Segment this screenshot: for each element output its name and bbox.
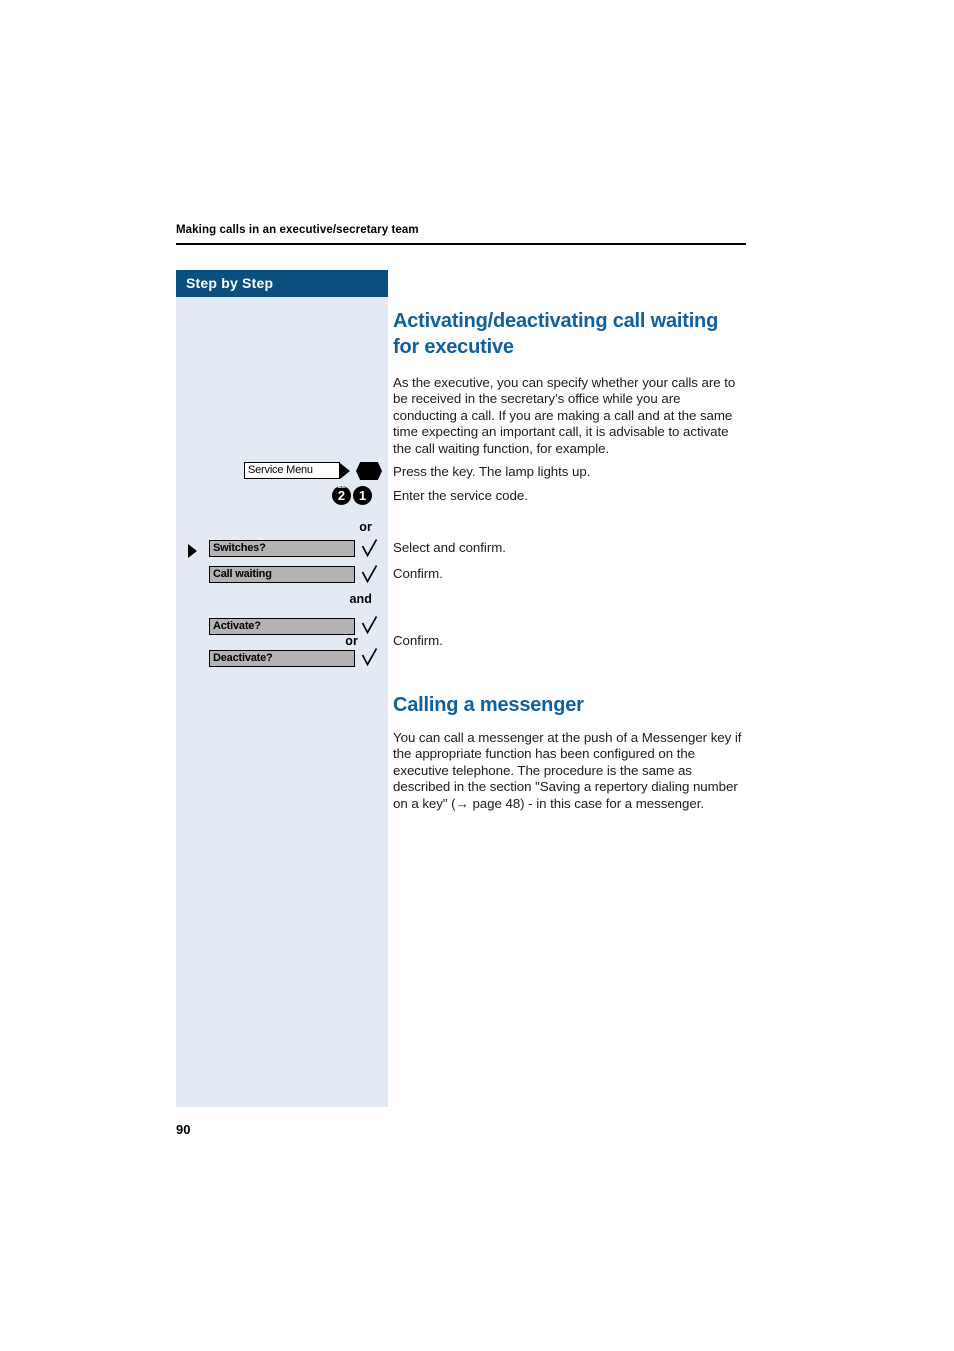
service-menu-key-icon — [340, 462, 350, 479]
display-option-call-waiting-label: Call waiting — [213, 568, 272, 580]
section-title-line-2: for executive — [393, 336, 514, 358]
page-number: 90 — [176, 1122, 191, 1137]
lamp-key-icon[interactable] — [356, 462, 382, 480]
header-rule — [176, 243, 746, 245]
section-body-messenger: You can call a messenger at the push of … — [393, 730, 742, 811]
dialpad-key-2-digit: 2 — [337, 488, 346, 503]
selection-arrow-icon — [188, 544, 197, 558]
display-option-activate-label: Activate? — [213, 620, 261, 632]
display-option-activate[interactable]: Activate? — [209, 618, 355, 635]
section-title-line-1: Activating/deactivating call waiting — [393, 310, 719, 332]
display-option-switches[interactable]: Switches? — [209, 540, 355, 557]
section-title-messenger: Calling a messenger — [393, 694, 584, 716]
section-title-call-waiting: Activating/deactivating call waiting for… — [393, 308, 748, 360]
display-option-deactivate[interactable]: Deactivate? — [209, 650, 355, 667]
service-menu-key-label[interactable]: Service Menu — [244, 462, 340, 479]
section-body-call-waiting: As the executive, you can specify whethe… — [393, 375, 736, 456]
sidebar-header-bar: Step by Step — [176, 270, 388, 297]
dialpad-key-2[interactable]: abc 2 — [332, 485, 351, 505]
checkmark-icon-call-waiting[interactable] — [361, 564, 378, 584]
dialpad-key-1-digit: 1 — [358, 488, 367, 503]
instruction-confirm-2: Confirm. — [393, 633, 443, 648]
display-option-call-waiting[interactable]: Call waiting — [209, 566, 355, 583]
instruction-confirm-1: Confirm. — [393, 566, 443, 581]
instruction-press-key: Press the key. The lamp lights up. — [393, 464, 591, 479]
instruction-select-confirm: Select and confirm. — [393, 540, 506, 555]
service-menu-key-text: Service Menu — [248, 464, 313, 476]
connector-and-1: and — [349, 592, 372, 606]
checkmark-icon-activate[interactable] — [361, 615, 378, 635]
connector-or-1: or — [359, 520, 372, 534]
checkmark-icon-deactivate[interactable] — [361, 647, 378, 667]
display-option-switches-label: Switches? — [213, 542, 266, 554]
connector-or-2: or — [345, 634, 358, 648]
step-by-step-sidebar: Step by Step Service Menu abc 2 1 or Swi… — [176, 270, 388, 1107]
display-option-deactivate-label: Deactivate? — [213, 652, 273, 664]
checkmark-icon-switches[interactable] — [361, 538, 378, 558]
running-header: Making calls in an executive/secretary t… — [176, 224, 419, 236]
dialpad-key-1[interactable]: 1 — [353, 486, 372, 505]
sidebar-title: Step by Step — [186, 275, 274, 291]
instruction-enter-code: Enter the service code. — [393, 488, 528, 503]
